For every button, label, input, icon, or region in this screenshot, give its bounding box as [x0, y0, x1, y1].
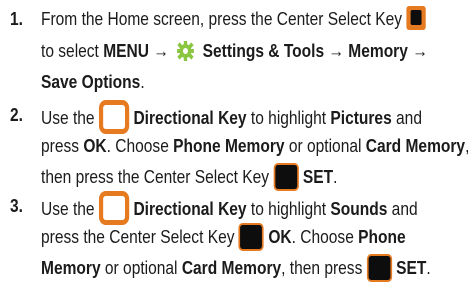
step-text: Use the — [41, 198, 95, 219]
directional-key-label: Directional Key — [133, 107, 247, 128]
set-label: SET — [396, 257, 427, 278]
step-text: to select — [41, 40, 104, 61]
step-text: . Choose — [106, 135, 174, 156]
directional-key-icon — [98, 191, 130, 225]
step-text: , — [465, 135, 469, 156]
step-text: From the Home screen, press the Center S… — [41, 8, 403, 29]
phone-label: Phone — [358, 226, 406, 247]
step-1-line-1: From the Home screen, press the Center S… — [41, 4, 426, 34]
save-options-label: Save Options — [41, 71, 141, 92]
phone-memory-label: Phone Memory — [173, 135, 285, 156]
arrow-icon: → — [412, 40, 428, 61]
step-text: press the Center Select Key — [41, 226, 235, 247]
step-3-line-1: Use the Directional Key to highlight Sou… — [41, 191, 418, 225]
step-text: , then press — [281, 257, 363, 278]
step-1-line-2: to select MENU → Settings & Tools → Memo… — [41, 36, 428, 66]
period: . — [333, 166, 338, 187]
period: . — [426, 257, 431, 278]
step-1-line-3: Save Options. — [41, 67, 145, 97]
ok-label: OK — [268, 226, 292, 247]
center-select-key-icon — [238, 223, 265, 251]
arrow-icon: → — [153, 40, 169, 61]
step-3-line-2: press the Center Select Key OK. Choose P… — [41, 222, 406, 252]
directional-key-label: Directional Key — [133, 198, 247, 219]
settings-tools-label: Settings & Tools — [202, 40, 325, 61]
step-3-line-3: Memory or optional Card Memory, then pre… — [41, 253, 431, 283]
center-select-key-icon — [366, 254, 392, 282]
card-memory-label: Card Memory — [181, 257, 282, 278]
center-select-key-icon — [273, 163, 299, 191]
step-text: and — [387, 198, 418, 219]
arrow-icon: → — [328, 40, 344, 61]
step-text: to highlight — [246, 198, 331, 219]
step-text: to highlight — [246, 107, 331, 128]
card-memory-label: Card Memory — [365, 135, 466, 156]
memory-label: Memory — [348, 40, 408, 61]
ok-label: OK — [83, 135, 107, 156]
step-text: then press the Center Select Key — [41, 166, 270, 187]
step-text: and — [391, 107, 422, 128]
step-text: press — [41, 135, 84, 156]
settings-gear-icon — [177, 41, 195, 61]
pictures-label: Pictures — [330, 107, 392, 128]
set-label: SET — [302, 166, 334, 187]
directional-key-icon — [98, 100, 130, 134]
step-number: 1. — [10, 9, 23, 29]
step-text: . Choose — [291, 226, 359, 247]
step-text: Use the — [41, 107, 95, 128]
period: . — [140, 71, 145, 92]
step-text: or optional — [284, 135, 366, 156]
step-text: or optional — [100, 257, 182, 278]
menu-label: MENU — [103, 40, 149, 61]
step-2-line-2: press OK. Choose Phone Memory or optiona… — [41, 131, 469, 161]
step-2-line-1: Use the Directional Key to highlight Pic… — [41, 100, 422, 134]
sounds-label: Sounds — [330, 198, 388, 219]
step-2-line-3: then press the Center Select Key SET. — [41, 162, 337, 192]
step-number: 2. — [10, 105, 23, 125]
center-select-key-icon — [406, 6, 426, 30]
memory-label: Memory — [41, 257, 101, 278]
step-number: 3. — [10, 196, 23, 216]
